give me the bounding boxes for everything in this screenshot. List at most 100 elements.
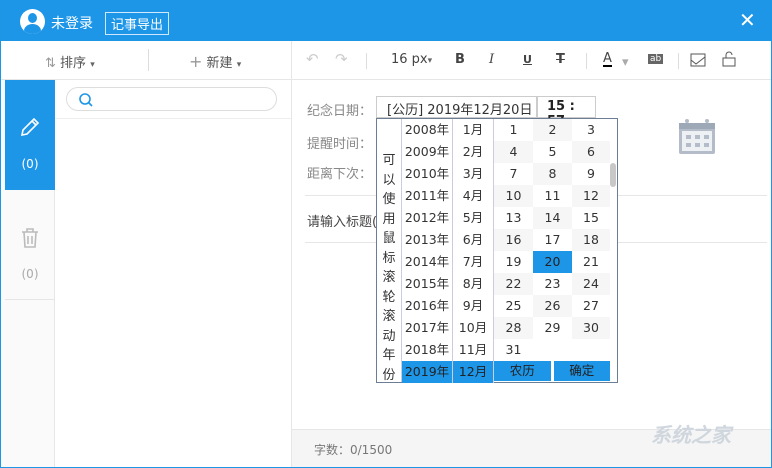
font-color-button[interactable]: A xyxy=(603,52,612,67)
year-option[interactable]: 2018年 xyxy=(402,339,452,361)
pencil-icon xyxy=(20,117,40,137)
month-option[interactable]: 10月 xyxy=(453,317,493,339)
day-option[interactable]: 16 xyxy=(494,229,533,251)
avatar-icon[interactable] xyxy=(20,9,45,34)
year-option[interactable]: 2011年 xyxy=(402,185,452,207)
divider xyxy=(366,53,367,69)
day-option[interactable]: 21 xyxy=(572,251,610,273)
lunar-button[interactable]: 农历 xyxy=(494,361,551,381)
notes-count: (0) xyxy=(21,157,39,171)
day-option[interactable]: 26 xyxy=(533,295,572,317)
watermark: 系统之家 xyxy=(651,423,731,447)
day-option[interactable]: 29 xyxy=(533,317,572,339)
year-option[interactable]: 2015年 xyxy=(402,273,452,295)
day-option[interactable]: 25 xyxy=(494,295,533,317)
trash-count: (0) xyxy=(21,267,39,281)
day-option[interactable]: 15 xyxy=(572,207,610,229)
strikethrough-button[interactable]: T xyxy=(556,52,565,67)
day-option[interactable]: 22 xyxy=(494,273,533,295)
month-option[interactable]: 9月 xyxy=(453,295,493,317)
sort-button[interactable]: ⇅ 排序 ▾ xyxy=(45,52,95,71)
month-option[interactable]: 11月 xyxy=(453,339,493,361)
month-option[interactable]: 7月 xyxy=(453,251,493,273)
calendar-icon[interactable] xyxy=(678,118,716,155)
chevron-down-icon[interactable]: ▾ xyxy=(622,55,629,70)
day-option[interactable]: 1 xyxy=(494,119,533,141)
year-option[interactable]: 2008年 xyxy=(402,119,452,141)
date-picker-popup: 可以使用鼠标滚轮滚动年份 2008年 2009年 2010年 2011年 2012年 20… xyxy=(376,118,618,383)
month-option[interactable]: 3月 xyxy=(453,163,493,185)
image-icon[interactable] xyxy=(690,53,706,67)
day-option[interactable]: 18 xyxy=(572,229,610,251)
month-option[interactable]: 12月 xyxy=(453,361,493,383)
year-option[interactable]: 2019年 xyxy=(402,361,452,383)
search-input[interactable] xyxy=(66,87,277,111)
month-option[interactable]: 1月 xyxy=(453,119,493,141)
hint-char: 以 xyxy=(382,172,396,188)
year-option[interactable]: 2010年 xyxy=(402,163,452,185)
underline-button[interactable]: U xyxy=(523,53,532,66)
day-option[interactable]: 30 xyxy=(572,317,610,339)
time-field[interactable]: 15 : 57 xyxy=(537,96,596,129)
day-option[interactable]: 20 xyxy=(533,251,572,273)
day-option[interactable]: 14 xyxy=(533,207,572,229)
month-option[interactable]: 8月 xyxy=(453,273,493,295)
day-option[interactable]: 17 xyxy=(533,229,572,251)
memorial-date-label: 纪念日期： xyxy=(307,104,373,119)
day-option[interactable]: 9 xyxy=(572,163,610,185)
month-option[interactable]: 5月 xyxy=(453,207,493,229)
day-option[interactable]: 5 xyxy=(533,141,572,163)
plus-icon: + xyxy=(189,52,203,71)
scrollbar[interactable] xyxy=(610,163,616,187)
year-option[interactable]: 2013年 xyxy=(402,229,452,251)
font-size-select[interactable]: 16 px▾ xyxy=(391,52,432,67)
day-option[interactable]: 19 xyxy=(494,251,533,273)
day-option[interactable]: 6 xyxy=(572,141,610,163)
new-button[interactable]: + 新建 ▾ xyxy=(189,52,241,71)
month-option[interactable]: 4月 xyxy=(453,185,493,207)
day-option[interactable]: 3 xyxy=(572,119,610,141)
highlight-button[interactable]: ab xyxy=(648,54,664,64)
lock-icon[interactable] xyxy=(721,51,737,67)
close-icon[interactable]: ✕ xyxy=(739,8,756,32)
day-option[interactable]: 31 xyxy=(494,339,533,361)
hint-char: 滚 xyxy=(382,270,396,285)
sidebar-item-trash[interactable]: (0) xyxy=(5,190,55,300)
day-option[interactable]: 24 xyxy=(572,273,610,295)
day-option[interactable]: 4 xyxy=(494,141,533,163)
month-column[interactable]: 1月 2月 3月 4月 5月 6月 7月 8月 9月 10月 11月 12月 xyxy=(453,119,494,383)
chevron-down-icon: ▾ xyxy=(236,60,242,70)
hint-char: 鼠 xyxy=(382,231,396,246)
day-option[interactable]: 23 xyxy=(533,273,572,295)
hint-char: 用 xyxy=(382,211,396,227)
month-option[interactable]: 2月 xyxy=(453,141,493,163)
day-option[interactable]: 7 xyxy=(494,163,533,185)
day-option[interactable]: 12 xyxy=(572,185,610,207)
day-option[interactable]: 27 xyxy=(572,295,610,317)
redo-icon[interactable]: ↷ xyxy=(335,50,348,68)
year-option[interactable]: 2017年 xyxy=(402,317,452,339)
day-option[interactable]: 13 xyxy=(494,207,533,229)
undo-icon[interactable]: ↶ xyxy=(306,50,319,68)
date-field[interactable]: [公历] 2019年12月20日 ▲ xyxy=(376,96,537,132)
day-option[interactable]: 8 xyxy=(533,163,572,185)
year-option[interactable]: 2014年 xyxy=(402,251,452,273)
day-option[interactable]: 2 xyxy=(533,119,572,141)
bold-button[interactable]: B xyxy=(455,52,465,67)
app-window: 未登录 记事导出 ✕ ⇅ 排序 ▾ + 新建 ▾ (0) (0) ↶ ↷ 16 … xyxy=(0,0,772,468)
day-option[interactable]: 10 xyxy=(494,185,533,207)
year-option[interactable]: 2009年 xyxy=(402,141,452,163)
year-column[interactable]: 2008年 2009年 2010年 2011年 2012年 2013年 2014年 2015年… xyxy=(402,119,453,383)
title-input[interactable]: 请输入标题( xyxy=(307,211,377,230)
day-option[interactable]: 11 xyxy=(533,185,572,207)
day-option[interactable]: 28 xyxy=(494,317,533,339)
italic-button[interactable]: I xyxy=(489,52,494,67)
year-option[interactable]: 2016年 xyxy=(402,295,452,317)
export-button[interactable]: 记事导出 xyxy=(105,12,170,35)
month-option[interactable]: 6月 xyxy=(453,229,493,251)
confirm-button[interactable]: 确定 xyxy=(553,361,610,381)
divider xyxy=(291,41,292,467)
year-option[interactable]: 2012年 xyxy=(402,207,452,229)
login-status[interactable]: 未登录 xyxy=(51,13,93,33)
sidebar-item-notes[interactable]: (0) xyxy=(5,80,55,190)
